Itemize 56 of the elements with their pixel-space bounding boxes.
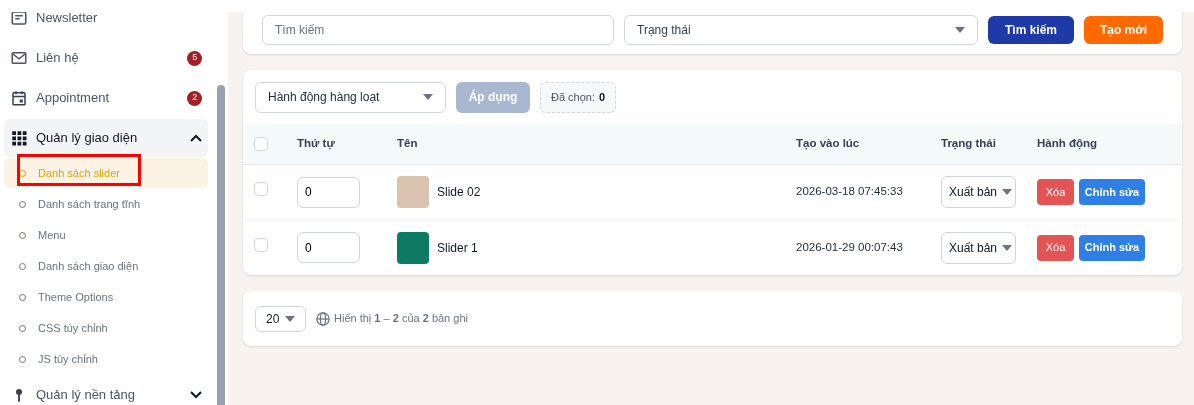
sidebar-subitem[interactable]: Theme Options xyxy=(4,282,209,312)
column-header: Tên xyxy=(397,136,419,152)
sidebar-item[interactable]: Appointment 2 xyxy=(4,79,209,117)
slider-name: Slider 1 xyxy=(437,239,478,257)
caret-icon xyxy=(955,27,965,33)
search-field[interactable]: Tìm kiếm xyxy=(262,15,614,45)
grid-icon xyxy=(10,129,28,147)
chevron-down-icon xyxy=(190,391,203,399)
sidebar-item[interactable]: Quản lý nền tảng xyxy=(4,376,209,405)
caret-icon xyxy=(285,315,295,322)
chevron-up-icon xyxy=(190,134,203,142)
sidebar-subitem[interactable]: CSS tùy chỉnh xyxy=(4,313,209,343)
count-badge: 5 xyxy=(187,50,203,66)
caret-icon xyxy=(1002,189,1013,195)
counter-value: 0 xyxy=(599,89,606,105)
edit-button[interactable]: Chỉnh sửa xyxy=(1079,179,1145,205)
delete-button[interactable]: Xóa xyxy=(1037,234,1074,261)
sidebar-subitem[interactable]: Danh sách giao diện xyxy=(4,251,209,281)
sidebar-item[interactable]: Newsletter xyxy=(4,0,209,37)
counter-label: Đã chọn: xyxy=(551,89,596,105)
created-time: 2026-03-18 07:45:33 xyxy=(796,184,904,200)
newsletter-icon xyxy=(10,9,28,27)
caret-icon xyxy=(1002,244,1013,251)
created-time: 2026-01-29 00:07:43 xyxy=(796,239,904,255)
calendar-icon xyxy=(10,89,28,107)
sidebar-item[interactable]: Quản lý giao diện xyxy=(4,119,209,157)
count-badge: 2 xyxy=(187,90,203,106)
sidebar-item[interactable]: Liên hệ 5 xyxy=(4,39,209,77)
globe-icon xyxy=(316,311,330,326)
status-select[interactable]: Xuất bản xyxy=(941,176,1016,208)
mail-icon xyxy=(10,49,28,67)
column-header: Trạng thái xyxy=(941,136,997,152)
bulk-action-select[interactable]: Hành động hàng loạt xyxy=(255,81,446,113)
sidebar-subitem[interactable]: Menu xyxy=(4,220,209,250)
row-checkbox[interactable] xyxy=(254,237,268,252)
order-field[interactable]: 0 xyxy=(297,232,360,263)
thumbnail-placeholder xyxy=(397,176,429,208)
sidebar-subitem[interactable]: JS tùy chỉnh xyxy=(4,344,209,374)
column-header: Hành động xyxy=(1037,136,1099,152)
scrollbar-thumb[interactable] xyxy=(217,85,226,405)
thumbnail-placeholder xyxy=(397,231,429,264)
delete-button[interactable]: Xóa xyxy=(1037,179,1074,205)
row-checkbox[interactable] xyxy=(254,182,268,196)
records-summary: Hiển thị 1 – 2 của 2 bản ghi xyxy=(334,311,468,327)
column-header: Tạo vào lúc xyxy=(796,136,861,152)
order-field[interactable]: 0 xyxy=(297,176,360,208)
slider-name: Slide 02 xyxy=(437,184,481,201)
status-select[interactable]: Trạng thái xyxy=(624,15,978,45)
column-header: Thứ tự xyxy=(297,136,336,152)
header-checkbox[interactable] xyxy=(254,137,268,151)
edit-button[interactable]: Chỉnh sửa xyxy=(1079,234,1145,261)
status-select[interactable]: Xuất bản xyxy=(941,231,1016,264)
search-button[interactable]: Tìm kiếm xyxy=(988,16,1074,44)
page-size-select[interactable]: 20 xyxy=(255,305,306,332)
sidebar-subitem[interactable]: Danh sách trang tĩnh xyxy=(4,189,209,219)
caret-icon xyxy=(423,94,433,100)
